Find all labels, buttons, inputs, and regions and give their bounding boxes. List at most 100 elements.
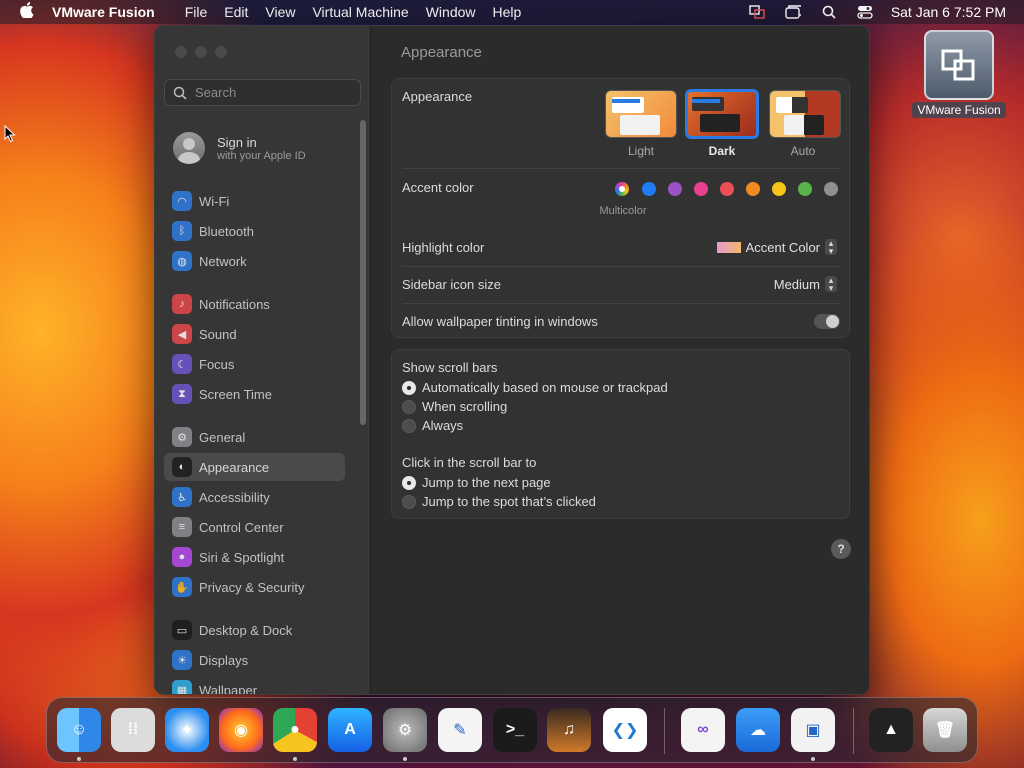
- scroll-option-always[interactable]: Always: [402, 418, 463, 433]
- system-settings-window: Search Sign in with your Apple ID ◠ Wi-Fi…: [154, 25, 870, 695]
- zoom-button[interactable]: [215, 46, 227, 58]
- menu-help[interactable]: Help: [493, 4, 522, 20]
- sidebar-item-label: Privacy & Security: [199, 579, 305, 595]
- mode-auto-thumbnail[interactable]: [769, 90, 841, 138]
- sidebar-item-general[interactable]: ⚙ General: [164, 423, 345, 451]
- accent-orange-swatch[interactable]: [746, 182, 760, 196]
- close-button[interactable]: [175, 46, 187, 58]
- avatar: [173, 132, 205, 164]
- radio-button[interactable]: [402, 399, 416, 414]
- minimize-button[interactable]: [195, 46, 207, 58]
- click-option-spot-clicked[interactable]: Jump to the spot that’s clicked: [402, 494, 596, 509]
- accent-purple-swatch[interactable]: [668, 182, 682, 196]
- accent-color-label: Accent color: [402, 180, 474, 195]
- system-settings-icon[interactable]: ⚙: [383, 708, 427, 752]
- menubar-clock[interactable]: Sat Jan 6 7:52 PM: [891, 4, 1006, 20]
- sidebar-item-notifications[interactable]: ♪ Notifications: [164, 290, 345, 318]
- scroll-option-when-scrolling[interactable]: When scrolling: [402, 399, 507, 414]
- highlight-color-select[interactable]: Accent Color ▴ ▾: [716, 239, 837, 256]
- trash-icon[interactable]: 🗑: [923, 708, 967, 752]
- menu-view[interactable]: View: [265, 4, 295, 20]
- running-indicator: [403, 757, 407, 761]
- sidebar-item-label: General: [199, 429, 246, 445]
- sidebar-item-sound[interactable]: ◀ Sound: [164, 320, 345, 348]
- chevron-updown-icon: ▴ ▾: [825, 239, 837, 256]
- accent-selected-name: Multicolor: [599, 205, 647, 217]
- sidebar-item-control-center[interactable]: ≡ Control Center: [164, 513, 345, 541]
- radio-button[interactable]: [402, 418, 416, 433]
- sidebar-item-desktop-dock[interactable]: ▭ Desktop & Dock: [164, 616, 345, 644]
- sidebar-scrollbar[interactable]: [360, 120, 366, 425]
- sidebar-icon-size-select[interactable]: Medium ▴ ▾: [773, 276, 837, 293]
- sidebar-item-bluetooth[interactable]: ᛒ Bluetooth: [164, 217, 345, 245]
- chrome-icon[interactable]: ●: [273, 708, 317, 752]
- icloud-icon[interactable]: ☁: [736, 708, 780, 752]
- control-center-icon[interactable]: [857, 5, 873, 19]
- menu-file[interactable]: File: [185, 4, 208, 20]
- window-switcher-icon[interactable]: [785, 5, 801, 19]
- accent-multicolor-swatch[interactable]: [615, 182, 629, 196]
- terminal-icon[interactable]: >_: [493, 708, 537, 752]
- downloads-stack-icon[interactable]: ▲: [869, 708, 913, 752]
- launchpad-icon[interactable]: ⁞⁞: [111, 708, 155, 752]
- wallpaper-tinting-toggle[interactable]: [814, 314, 840, 329]
- menu-window[interactable]: Window: [426, 4, 476, 20]
- safari-icon[interactable]: ✦: [165, 708, 209, 752]
- accent-red-swatch[interactable]: [720, 182, 734, 196]
- accent-pink-swatch[interactable]: [694, 182, 708, 196]
- click-option-next-page[interactable]: Jump to the next page: [402, 475, 551, 490]
- firefox-icon[interactable]: ◉: [219, 708, 263, 752]
- click-scroll-bar-title: Click in the scroll bar to: [402, 455, 537, 470]
- mode-light-thumbnail[interactable]: [605, 90, 677, 138]
- appearance-label: Appearance: [402, 89, 473, 104]
- search-field[interactable]: Search: [164, 79, 361, 106]
- radio-button[interactable]: [402, 380, 416, 395]
- sidebar-item-accessibility[interactable]: ♿ Accessibility: [164, 483, 345, 511]
- spotlight-search-icon[interactable]: [821, 5, 837, 19]
- app-store-icon[interactable]: A: [328, 708, 372, 752]
- sidebar: Search Sign in with your Apple ID ◠ Wi-Fi…: [155, 26, 371, 694]
- icon-size-value: Medium: [773, 276, 820, 292]
- sidebar-item-network[interactable]: ◍ Network: [164, 247, 345, 275]
- running-indicator: [811, 757, 815, 761]
- app-menu-name[interactable]: VMware Fusion: [52, 4, 155, 20]
- accent-yellow-swatch[interactable]: [772, 182, 786, 196]
- menu-virtual-machine[interactable]: Virtual Machine: [312, 4, 408, 20]
- divider: [402, 303, 841, 304]
- desktop-vmware-fusion-drive[interactable]: VMware Fusion: [910, 30, 1008, 119]
- sidebar-item-focus[interactable]: ☾ Focus: [164, 350, 345, 378]
- sidebar-item-appearance[interactable]: ◐ Appearance: [164, 453, 345, 481]
- sidebar-item-label: Sound: [199, 326, 237, 342]
- sidebar-item-screen-time[interactable]: ⧗ Screen Time: [164, 380, 345, 408]
- accent-green-swatch[interactable]: [798, 182, 812, 196]
- help-button[interactable]: ?: [831, 539, 851, 559]
- appearance-icon: ◐: [172, 457, 192, 477]
- vmware-fusion-icon[interactable]: ▣: [791, 708, 835, 752]
- dock: ☺ ⁞⁞ ✦ ◉ ● A ⚙ ✎ >_ ♫ ❮❯ ∞ ☁ ▣ ▲ 🗑: [46, 697, 978, 763]
- menu-edit[interactable]: Edit: [224, 4, 248, 20]
- apple-menu-icon[interactable]: [18, 2, 36, 22]
- finder-icon[interactable]: ☺: [57, 708, 101, 752]
- sidebar-item-displays[interactable]: ☀ Displays: [164, 646, 345, 674]
- sidebar-item-wi-fi[interactable]: ◠ Wi-Fi: [164, 187, 345, 215]
- radio-button[interactable]: [402, 494, 416, 509]
- sidebar-item-wallpaper[interactable]: ▦ Wallpaper: [164, 676, 345, 694]
- garageband-icon[interactable]: ♫: [547, 708, 591, 752]
- visual-studio-icon[interactable]: ∞: [681, 708, 725, 752]
- mode-dark-thumbnail[interactable]: [685, 89, 759, 139]
- sidebar-item-siri-spotlight[interactable]: ● Siri & Spotlight: [164, 543, 345, 571]
- radio-button[interactable]: [402, 475, 416, 490]
- textedit-icon[interactable]: ✎: [438, 708, 482, 752]
- apple-id-signin[interactable]: Sign in with your Apple ID: [173, 132, 306, 164]
- sidebar-item-privacy-security[interactable]: ✋ Privacy & Security: [164, 573, 345, 601]
- scroll-option-automatic[interactable]: Automatically based on mouse or trackpad: [402, 380, 668, 395]
- sidebar-item-label: Siri & Spotlight: [199, 549, 285, 565]
- sidebar-item-label: Appearance: [199, 459, 270, 475]
- control-center-icon: ≡: [172, 517, 192, 537]
- accent-blue-swatch[interactable]: [642, 182, 656, 196]
- bluetooth-icon: ᛒ: [172, 221, 192, 241]
- accent-graphite-swatch[interactable]: [824, 182, 838, 196]
- vmware-status-icon[interactable]: [749, 5, 765, 19]
- running-indicator: [77, 757, 81, 761]
- vscode-icon[interactable]: ❮❯: [603, 708, 647, 752]
